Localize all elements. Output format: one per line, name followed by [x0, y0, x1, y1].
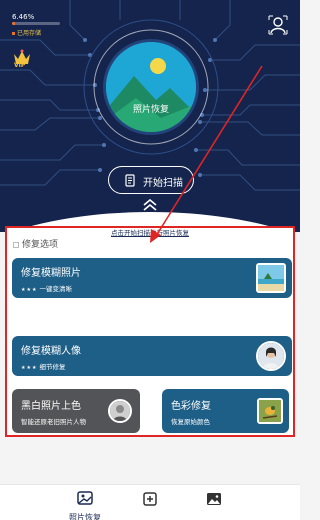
beach-photo-thumbnail [256, 263, 286, 293]
colorize-bw-photo-card[interactable]: 黑白照片上色 智能还原老旧照片人物 [12, 389, 140, 433]
storage-progress-bar [12, 22, 60, 25]
scan-hint-link[interactable]: 点击开始扫描进行照片恢复 [0, 227, 300, 237]
portrait-thumbnail [256, 341, 286, 371]
nav-tab-photo-recovery[interactable]: 照片恢复 [55, 491, 115, 520]
bird-photo-thumbnail [257, 398, 283, 424]
repair-options-panel: 修复选项 修复模糊照片 ★★★ 一键变清晰 修复模糊人像 ★★★ 细节修复 黑白照片… [5, 226, 295, 437]
card-title: 黑白照片上色 [21, 401, 81, 412]
card-title: 修复模糊人像 [21, 346, 81, 357]
logo-caption: 照片恢复 [132, 105, 169, 115]
nav-label: 照片恢复 [69, 513, 101, 520]
card-subtitle: ★★★ 细节修复 [21, 363, 66, 371]
color-repair-card[interactable]: 色彩修复 恢复原始颜色 [162, 389, 289, 433]
nav-tab-gallery[interactable] [184, 491, 244, 511]
start-scan-button[interactable]: 开始扫描 [108, 166, 194, 194]
photo-recovery-logo: 照片恢复 [106, 42, 196, 132]
hero-banner: 6.46% 已用存储 VIP 照片恢复 开始扫描 [0, 0, 300, 232]
bottom-navigation: 照片恢复 [0, 484, 300, 520]
storage-label: 已用存储 [12, 28, 41, 37]
gallery-icon [207, 493, 221, 505]
document-icon [125, 174, 135, 187]
start-scan-label: 开始扫描 [143, 178, 183, 189]
photo-recovery-icon [77, 491, 93, 505]
card-title: 色彩修复 [171, 401, 211, 412]
storage-percent: 6.46% [12, 13, 35, 21]
nav-tab-add[interactable] [120, 491, 180, 511]
section-title: 修复选项 [13, 237, 58, 250]
card-title: 修复模糊照片 [21, 268, 81, 279]
landscape-icon [106, 42, 196, 132]
add-photo-icon [143, 492, 157, 506]
card-subtitle: 智能还原老旧照片人物 [21, 418, 86, 426]
card-subtitle: 恢复原始颜色 [171, 418, 210, 426]
vip-badge[interactable]: VIP [14, 62, 25, 69]
repair-blurry-photo-card[interactable]: 修复模糊照片 ★★★ 一键变清晰 [12, 258, 292, 298]
card-subtitle: ★★★ 一键变清晰 [21, 285, 72, 293]
storage-progress-fill [12, 22, 16, 25]
user-profile-icon[interactable] [268, 15, 288, 35]
double-chevron-up-icon[interactable] [141, 199, 159, 211]
repair-blurry-portrait-card[interactable]: 修复模糊人像 ★★★ 细节修复 [12, 336, 292, 376]
bw-portrait-thumbnail [108, 399, 132, 423]
